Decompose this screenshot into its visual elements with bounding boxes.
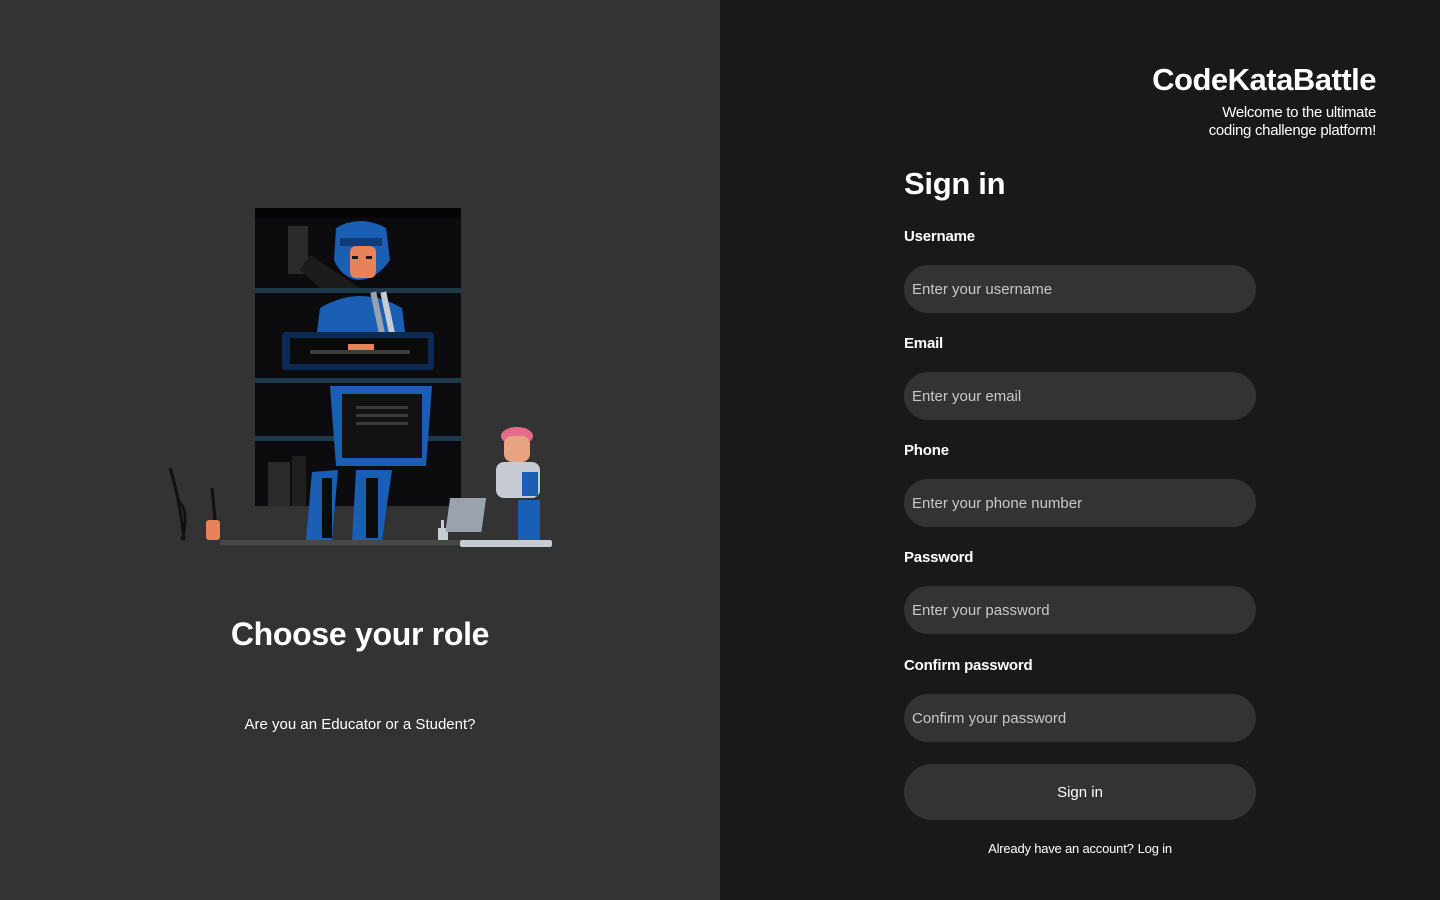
hero-illustration (168, 208, 552, 547)
role-subtitle: Are you an Educator or a Student? (244, 716, 476, 733)
email-label: Email (904, 335, 944, 352)
password-input[interactable] (904, 586, 1256, 634)
sign-in-button[interactable]: Sign in (904, 764, 1256, 820)
login-prompt-text: Already have an account? (988, 841, 1134, 856)
phone-input[interactable] (904, 479, 1256, 527)
username-label: Username (904, 228, 975, 245)
confirm-password-label: Confirm password (904, 657, 1033, 674)
brand-block: CodeKataBattle Welcome to the ultimate c… (1152, 60, 1376, 140)
signin-panel: CodeKataBattle Welcome to the ultimate c… (720, 0, 1440, 900)
brand-tagline: Welcome to the ultimate coding challenge… (1208, 104, 1377, 139)
form-title: Sign in (904, 166, 1006, 201)
email-input[interactable] (904, 372, 1256, 420)
login-prompt-row: Already have an account? Log in (904, 841, 1256, 856)
password-label: Password (904, 549, 974, 566)
role-title: Choose your role (230, 616, 490, 652)
role-panel: Choose your role Are you an Educator or … (0, 0, 720, 900)
confirm-password-input[interactable] (904, 694, 1256, 742)
username-input[interactable] (904, 265, 1256, 313)
signup-page: Choose your role Are you an Educator or … (0, 0, 1440, 900)
signin-form: Sign in Username Email Phone Password Co… (904, 164, 1256, 742)
brand-name: CodeKataBattle (1152, 62, 1376, 97)
login-link[interactable]: Log in (1138, 841, 1172, 856)
phone-label: Phone (904, 442, 949, 459)
